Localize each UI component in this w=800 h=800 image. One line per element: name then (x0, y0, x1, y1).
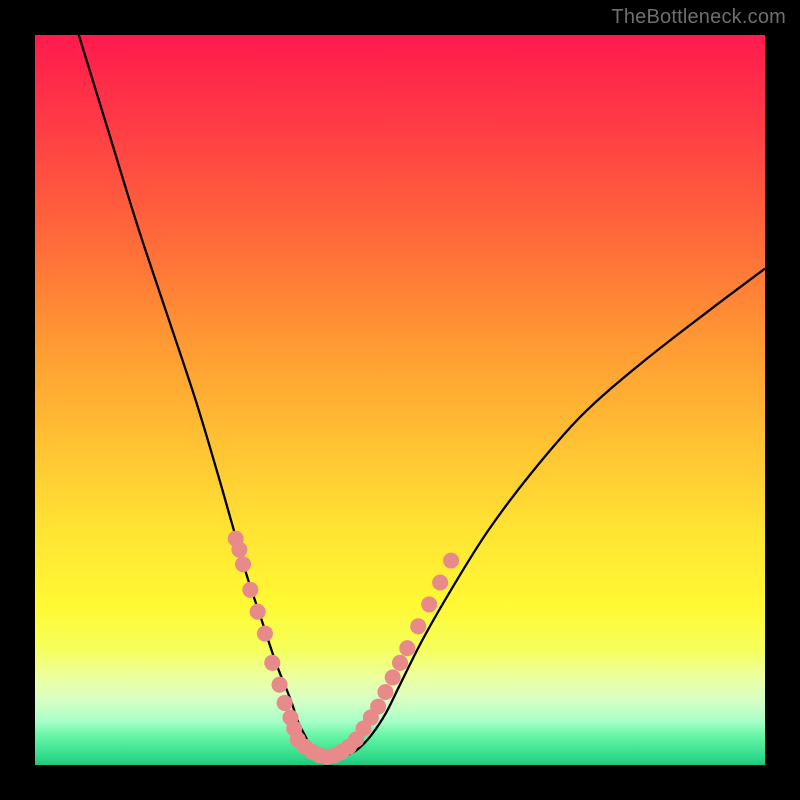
bottleneck-curve (79, 35, 765, 758)
highlight-dot (235, 556, 251, 572)
highlight-dot (421, 596, 437, 612)
chart-svg (35, 35, 765, 765)
highlight-dot (272, 677, 288, 693)
highlight-dot (277, 695, 293, 711)
watermark-label: TheBottleneck.com (611, 6, 786, 29)
highlight-dot (399, 640, 415, 656)
highlight-dot (257, 626, 273, 642)
highlight-dot (377, 684, 393, 700)
highlight-dot (348, 731, 364, 747)
highlight-dot (392, 655, 408, 671)
highlight-dot (410, 618, 426, 634)
highlight-dot (443, 553, 459, 569)
highlight-dot (250, 604, 266, 620)
curve-layer (79, 35, 765, 758)
highlight-dot (370, 699, 386, 715)
highlight-dot (231, 542, 247, 558)
highlight-dot (264, 655, 280, 671)
highlight-dot (242, 582, 258, 598)
highlight-dot (385, 669, 401, 685)
plot-area (35, 35, 765, 765)
highlight-dot (432, 574, 448, 590)
dots-layer (228, 531, 459, 765)
chart-frame: TheBottleneck.com (0, 0, 800, 800)
